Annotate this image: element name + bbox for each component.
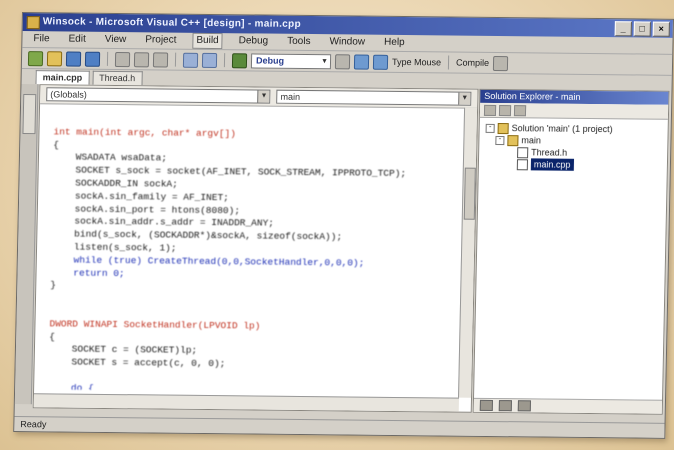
file-icon	[516, 158, 529, 170]
tab-main-cpp[interactable]: main.cpp	[35, 70, 90, 85]
chevron-down-icon: ▼	[458, 92, 471, 105]
expand-toggle-icon[interactable]: -	[495, 135, 505, 145]
find-label[interactable]: Type Mouse	[392, 57, 441, 68]
save-all-icon[interactable]	[84, 51, 101, 67]
properties-icon[interactable]	[372, 54, 389, 70]
open-folder-icon[interactable]	[46, 50, 63, 66]
folder-icon	[497, 122, 509, 134]
status-bar: Ready	[14, 416, 671, 438]
chevron-down-icon: ▼	[257, 90, 270, 103]
tree-node-label: Thread.h	[531, 147, 568, 158]
undo-icon[interactable]	[182, 52, 199, 68]
member-value: main	[280, 91, 301, 102]
refresh-icon[interactable]	[483, 104, 497, 116]
find-icon[interactable]	[334, 53, 351, 69]
explorer-tabs	[473, 397, 663, 414]
minimize-button[interactable]: _	[614, 21, 632, 37]
scroll-thumb[interactable]	[463, 167, 476, 220]
menu-project[interactable]: Project	[142, 32, 179, 48]
menu-file[interactable]: File	[30, 31, 52, 47]
scope-select[interactable]: (Globals) ▼	[46, 87, 271, 104]
tab-thread-h[interactable]: Thread.h	[92, 70, 143, 86]
code-editor[interactable]: (Globals) ▼ main ▼ int main(int argc, char…	[32, 84, 479, 413]
cut-icon[interactable]	[114, 51, 131, 67]
explorer-title: Solution Explorer - main	[480, 89, 669, 105]
app-icon	[26, 16, 40, 30]
window-title: Winsock - Microsoft Visual C++ [design] …	[42, 16, 302, 30]
start-debug-icon[interactable]	[231, 52, 248, 68]
project-tree: - Solution 'main' (1 project) - main Thread.…	[479, 118, 668, 176]
toolbar-separator	[174, 52, 177, 67]
options-icon[interactable]	[492, 55, 509, 71]
toolbar-separator	[223, 53, 226, 68]
copy-icon[interactable]	[133, 51, 150, 67]
resource-view-tab-icon[interactable]	[517, 400, 531, 412]
new-project-icon[interactable]	[27, 50, 44, 66]
tree-node-label: Solution 'main' (1 project)	[511, 123, 613, 135]
menu-view[interactable]: View	[102, 32, 130, 48]
ide-window: Winsock - Microsoft Visual C++ [design] …	[13, 12, 674, 439]
menu-debug[interactable]: Debug	[236, 33, 272, 49]
scope-value: (Globals)	[50, 89, 87, 100]
class-view-tab-icon[interactable]	[498, 400, 512, 412]
expand-toggle-icon[interactable]: -	[485, 123, 495, 133]
navigation-bar: (Globals) ▼ main ▼	[40, 85, 478, 109]
folder-icon	[507, 134, 519, 146]
toolbox-tab[interactable]	[22, 94, 37, 135]
properties-icon[interactable]	[513, 104, 527, 116]
maximize-button[interactable]: □	[633, 21, 651, 37]
menu-build[interactable]: Build	[192, 32, 223, 50]
paste-icon[interactable]	[152, 51, 169, 68]
menu-tools[interactable]: Tools	[284, 34, 314, 50]
member-select[interactable]: main ▼	[276, 89, 472, 106]
chevron-down-icon: ▼	[321, 57, 329, 65]
tree-node[interactable]: main.cpp	[485, 158, 661, 172]
tree-node[interactable]: - main	[485, 134, 661, 148]
configuration-value: Debug	[255, 54, 285, 66]
tree-node-label: main	[521, 135, 542, 146]
window-controls: _ □ ×	[614, 21, 670, 37]
show-all-icon[interactable]	[498, 104, 512, 116]
file-icon	[517, 146, 529, 158]
code-text[interactable]: int main(int argc, char* argv[]){ WSADAT…	[48, 113, 463, 393]
horizontal-scrollbar[interactable]	[33, 393, 460, 412]
menu-window[interactable]: Window	[326, 34, 368, 50]
menu-help[interactable]: Help	[381, 35, 408, 51]
save-icon[interactable]	[65, 50, 82, 67]
toolbar-separator	[447, 55, 450, 70]
menu-edit[interactable]: Edit	[65, 31, 89, 47]
close-button[interactable]: ×	[652, 21, 670, 37]
solution-tab-icon[interactable]	[479, 399, 493, 412]
status-text: Ready	[20, 419, 47, 430]
configuration-select[interactable]: Debug ▼	[250, 52, 332, 69]
tree-node[interactable]: - Solution 'main' (1 project)	[485, 122, 662, 136]
toolbar-separator	[106, 51, 109, 66]
tree-node-label: main.cpp	[530, 158, 574, 171]
compile-label[interactable]: Compile	[456, 58, 489, 68]
redo-icon[interactable]	[201, 52, 218, 68]
solution-explorer: Solution Explorer - main - Solution 'main…	[472, 88, 670, 415]
solution-explorer-icon[interactable]	[353, 53, 370, 70]
